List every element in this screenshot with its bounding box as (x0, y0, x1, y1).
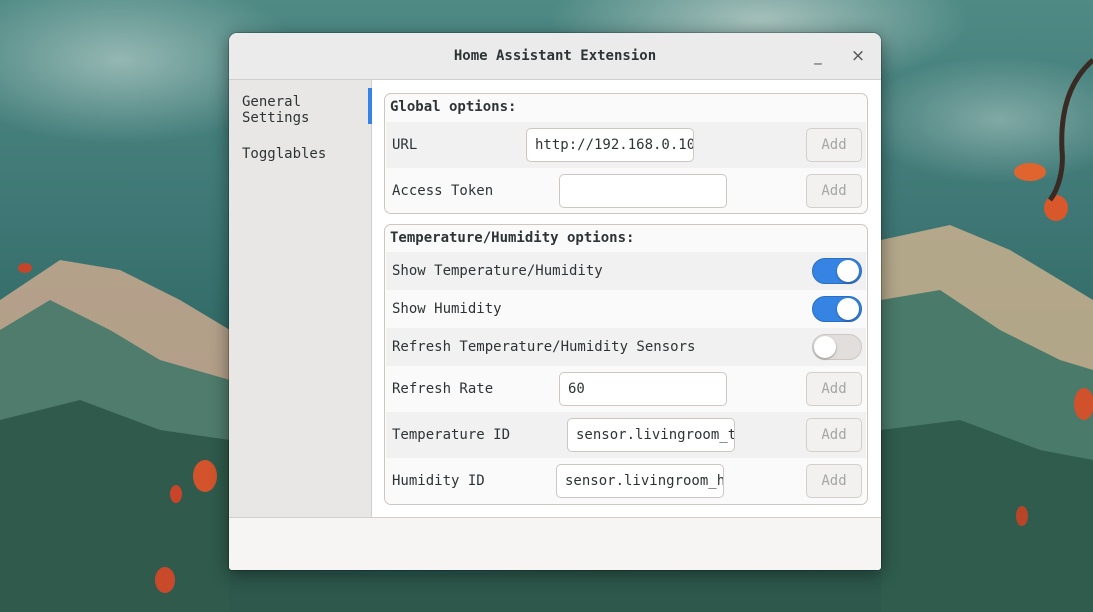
switch-knob (837, 298, 859, 320)
window-title: Home Assistant Extension (453, 48, 657, 64)
access-token-input[interactable] (559, 174, 727, 208)
temperature-id-row: Temperature ID sensor.livingroom_tempera… (386, 412, 866, 458)
humidity-id-input[interactable]: sensor.livingroom_humidity (556, 464, 724, 498)
switch-knob (814, 336, 836, 358)
refresh-sensors-label: Refresh Temperature/Humidity Sensors (392, 339, 696, 355)
sidebar: General Settings Togglables (229, 80, 372, 517)
refresh-rate-input[interactable]: 60 (559, 372, 727, 406)
show-temperature-row: Show Temperature/Humidity (386, 252, 866, 290)
humidity-id-add-button[interactable]: Add (806, 464, 862, 498)
access-token-label: Access Token (392, 183, 494, 199)
access-token-add-button[interactable]: Add (806, 174, 862, 208)
refresh-rate-row: Refresh Rate 60 Add (386, 366, 866, 412)
temperature-humidity-options-group: Temperature/Humidity options: Show Tempe… (384, 224, 868, 505)
url-label: URL (392, 137, 418, 153)
close-icon[interactable]: × (846, 44, 870, 68)
sidebar-item-general-settings[interactable]: General Settings (229, 80, 372, 132)
show-temperature-label: Show Temperature/Humidity (392, 263, 603, 279)
refresh-rate-label: Refresh Rate (392, 381, 494, 397)
show-humidity-row: Show Humidity (386, 290, 866, 328)
sidebar-item-label: General Settings (242, 94, 310, 126)
sidebar-item-togglables[interactable]: Togglables (229, 132, 371, 176)
url-input[interactable]: http://192.168.0.105:8123 (526, 128, 694, 162)
show-humidity-label: Show Humidity (392, 301, 502, 317)
temperature-id-input[interactable]: sensor.livingroom_temperature (567, 418, 735, 452)
refresh-sensors-row: Refresh Temperature/Humidity Sensors (386, 328, 866, 366)
window-footer (229, 517, 881, 570)
minimize-icon[interactable]: _ (806, 44, 830, 68)
url-add-button[interactable]: Add (806, 128, 862, 162)
group-title: Global options: (390, 99, 517, 115)
humidity-id-label: Humidity ID (392, 473, 485, 489)
humidity-id-row: Humidity ID sensor.livingroom_humidity A… (386, 458, 866, 504)
refresh-rate-add-button[interactable]: Add (806, 372, 862, 406)
temperature-id-add-button[interactable]: Add (806, 418, 862, 452)
show-humidity-switch[interactable] (812, 296, 862, 322)
access-token-row: Access Token Add (386, 168, 866, 214)
temperature-id-label: Temperature ID (392, 427, 511, 443)
global-options-group: Global options: URL http://192.168.0.105… (384, 93, 868, 214)
switch-knob (837, 260, 859, 282)
url-row: URL http://192.168.0.105:8123 Add (386, 122, 866, 168)
extension-preferences-window: Home Assistant Extension _ × General Set… (229, 33, 881, 570)
sidebar-item-label: Togglables (242, 146, 327, 162)
settings-content: Global options: URL http://192.168.0.105… (372, 80, 881, 517)
show-temperature-switch[interactable] (812, 258, 862, 284)
group-title: Temperature/Humidity options: (390, 230, 635, 246)
refresh-sensors-switch[interactable] (812, 334, 862, 360)
titlebar[interactable]: Home Assistant Extension _ × (229, 33, 881, 80)
